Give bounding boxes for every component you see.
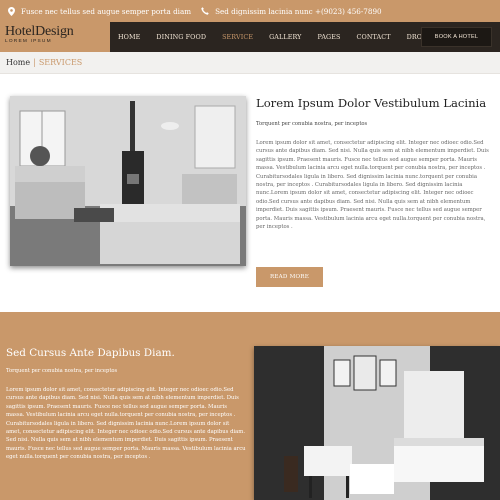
map-pin-icon — [8, 6, 15, 16]
section1-title: Lorem Ipsum Dolor Vestibulum Lacinia — [256, 96, 487, 110]
top-info-bar: Fusce nec tellus sed augue semper porta … — [0, 0, 500, 22]
address-text: Fusce nec tellus sed augue semper porta … — [21, 6, 192, 16]
nav-menu: HOME DINING FOOD SERVICE GALLERY PAGES C… — [110, 22, 463, 52]
phone-info: Sed dignissim lacinia nunc +(9023) 456-7… — [201, 7, 382, 16]
phone-icon — [201, 7, 209, 15]
breadcrumb-current: SERVICES — [38, 58, 83, 67]
main-navbar: HotelDesign LOREM IPSUM HOME DINING FOOD… — [0, 22, 500, 52]
section2-subtitle: Torquent per conubia nostra, per incepto… — [6, 368, 118, 374]
read-more-button[interactable]: READ MORE — [256, 267, 323, 287]
breadcrumb-separator: | — [33, 58, 36, 67]
section1-body: Lorem ipsum dolor sit amet, consectetur … — [256, 140, 489, 231]
section2-title: Sed Cursus Ante Dapibus Diam. — [6, 347, 175, 359]
nav-item-home[interactable]: HOME — [110, 22, 148, 52]
brand-name: HotelDesign — [5, 24, 74, 39]
section2-body: Lorem ipsum dolor sit amet, consectetur … — [6, 387, 246, 461]
section1-text: Lorem Ipsum Dolor Vestibulum Lacinia Tor… — [256, 96, 491, 231]
address-info: Fusce nec tellus sed augue semper porta … — [8, 6, 192, 16]
bedroom-photo — [254, 346, 500, 500]
phone-text: Sed dignissim lacinia nunc +(9023) 456-7… — [215, 6, 382, 16]
nav-item-dining-food[interactable]: DINING FOOD — [148, 22, 214, 52]
section2: Sed Cursus Ante Dapibus Diam. Torquent p… — [0, 312, 500, 500]
nav-item-service[interactable]: SERVICE — [214, 22, 261, 52]
breadcrumb: Home | SERVICES — [0, 52, 500, 74]
brand-tagline: LOREM IPSUM — [5, 39, 52, 44]
living-room-photo — [10, 96, 246, 266]
nav-item-pages[interactable]: PAGES — [310, 22, 349, 52]
nav-item-contact[interactable]: CONTACT — [349, 22, 399, 52]
section1-subtitle: Torquent per conubia nostra, per incepto… — [256, 121, 368, 127]
nav-item-gallery[interactable]: GALLERY — [261, 22, 309, 52]
book-hotel-button[interactable]: BOOK A HOTEL — [421, 27, 492, 47]
brand-logo[interactable]: HotelDesign LOREM IPSUM — [0, 22, 110, 52]
breadcrumb-home-link[interactable]: Home — [6, 58, 30, 67]
